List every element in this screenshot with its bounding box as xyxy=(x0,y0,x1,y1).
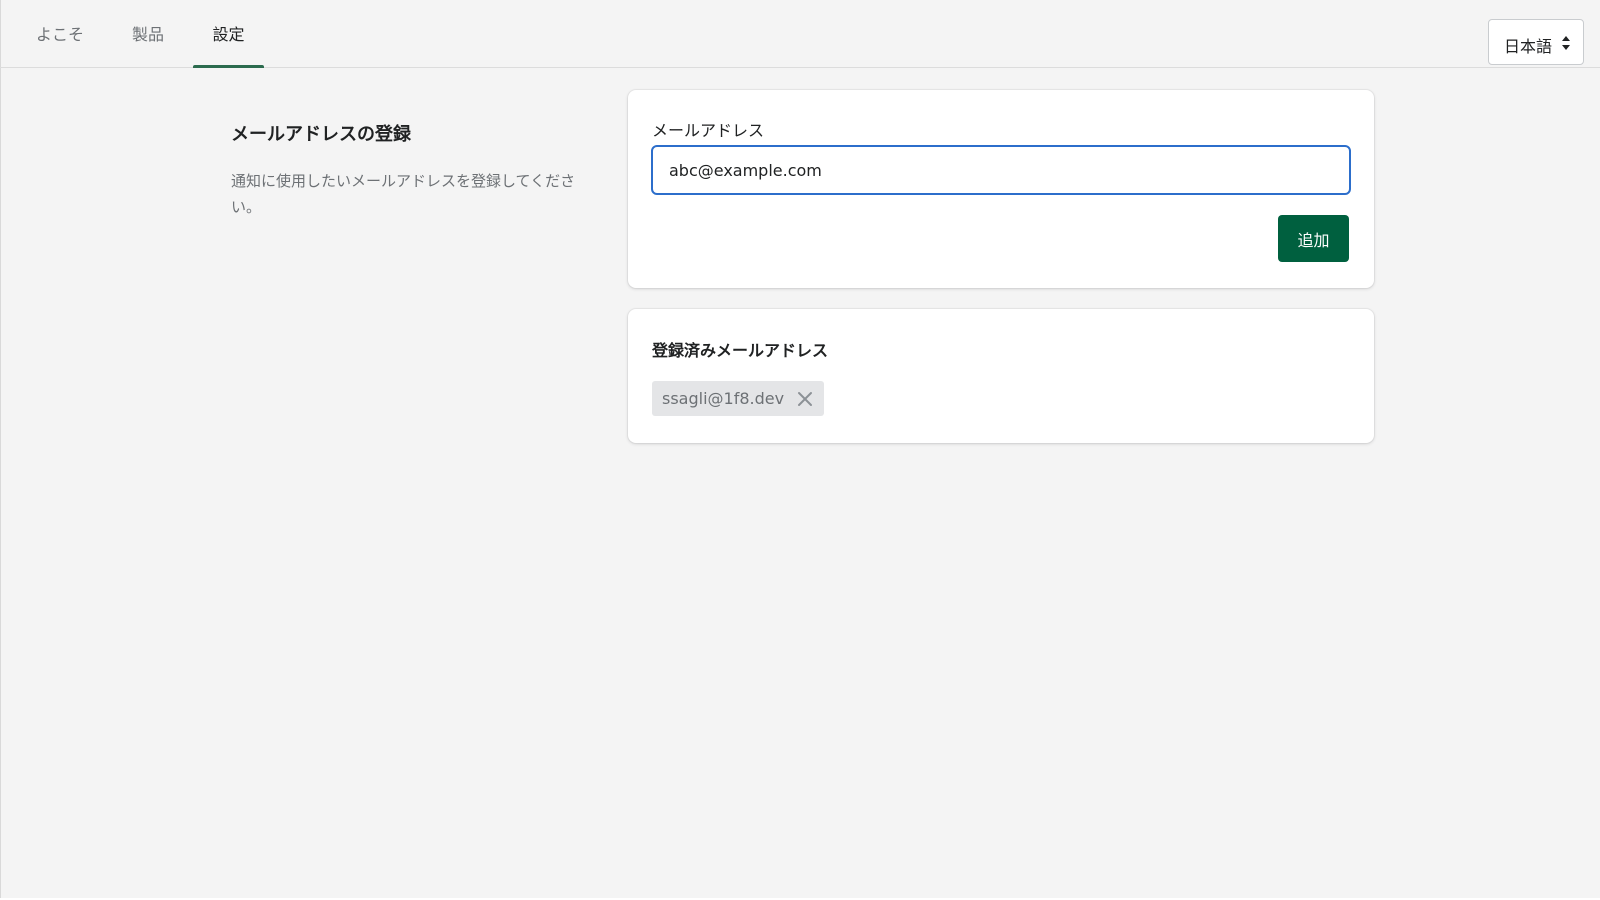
tab-label: 製品 xyxy=(131,25,164,44)
email-tag-label: ssagli@1f8.dev xyxy=(662,389,785,408)
registered-emails-card: 登録済みメールアドレス ssagli@1f8.dev xyxy=(628,309,1374,443)
tab-label: よこそ xyxy=(35,25,84,44)
tab-settings[interactable]: 設定 xyxy=(193,0,264,68)
section-description: 通知に使用したいメールアドレスを登録してください。 xyxy=(231,172,576,216)
tab-welcome[interactable]: よこそ xyxy=(25,0,95,67)
active-tab-indicator xyxy=(193,65,264,68)
email-tag: ssagli@1f8.dev xyxy=(652,381,825,416)
add-button[interactable]: 追加 xyxy=(1278,215,1349,262)
language-select-value: 日本語 xyxy=(1504,37,1553,56)
tab-label: 設定 xyxy=(212,25,245,44)
top-nav: よこそ 製品 設定 日本語 xyxy=(0,0,1600,68)
close-icon[interactable] xyxy=(796,390,814,408)
email-field-label: メールアドレス xyxy=(652,121,765,140)
section-title: メールアドレスの登録 xyxy=(231,124,411,145)
registered-emails-title: 登録済みメールアドレス xyxy=(652,341,829,360)
window-edge xyxy=(0,0,1,900)
email-field[interactable] xyxy=(651,145,1351,195)
app-frame: よこそ 製品 設定 日本語 メールアドレスの登録 通知に使用したいメールアドレス… xyxy=(0,0,1600,900)
email-form-card: メールアドレス 追加 xyxy=(628,90,1374,288)
tab-products[interactable]: 製品 xyxy=(113,0,183,67)
language-select[interactable]: 日本語 xyxy=(1488,19,1584,65)
chevron-up-down-icon xyxy=(1561,34,1571,52)
